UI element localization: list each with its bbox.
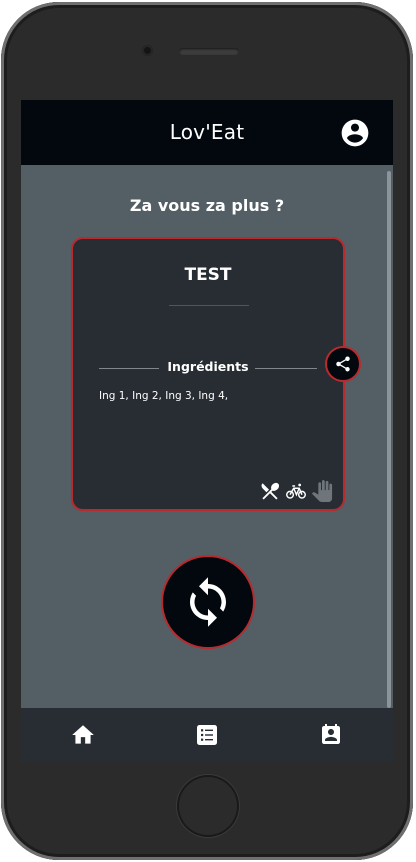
app-title: Lov'Eat xyxy=(169,120,245,144)
ingredients-heading: Ingrédients xyxy=(167,359,249,374)
nav-contacts[interactable] xyxy=(318,722,344,748)
refresh-icon xyxy=(190,577,226,627)
earpiece-speaker xyxy=(179,48,239,55)
bicycle-icon xyxy=(286,483,306,499)
nav-home[interactable] xyxy=(70,722,96,748)
scrollbar[interactable] xyxy=(387,171,391,708)
ingredients-list: Ing 1, Ing 2, Ing 3, Ing 4, xyxy=(99,390,229,402)
front-camera xyxy=(142,45,153,56)
phone-home-button[interactable] xyxy=(177,775,239,837)
app-bar: Lov'Eat xyxy=(21,100,393,165)
bottom-navigation xyxy=(21,708,393,762)
share-icon xyxy=(336,356,350,372)
calendar-contact-icon xyxy=(322,724,340,744)
card-icon-row xyxy=(259,479,333,503)
section-divider-right xyxy=(255,368,317,369)
share-button[interactable] xyxy=(325,346,361,382)
hand-icon xyxy=(311,480,333,502)
recipe-card[interactable]: TEST Ingrédients Ing 1, Ing 2, Ing 3, In… xyxy=(71,237,345,511)
nav-list[interactable] xyxy=(194,722,220,748)
app-screen: Lov'Eat Za vous za plus ? TEST Ingrédien… xyxy=(21,100,393,762)
list-icon xyxy=(197,725,217,745)
question-heading: Za vous za plus ? xyxy=(129,196,285,215)
phone-frame: Lov'Eat Za vous za plus ? TEST Ingrédien… xyxy=(1,2,413,860)
home-icon xyxy=(72,725,94,744)
title-divider xyxy=(169,305,249,306)
fork-knife-icon xyxy=(261,482,280,500)
account-circle-icon[interactable] xyxy=(339,117,371,149)
recipe-title: TEST xyxy=(184,265,232,285)
refresh-button[interactable] xyxy=(161,555,255,649)
